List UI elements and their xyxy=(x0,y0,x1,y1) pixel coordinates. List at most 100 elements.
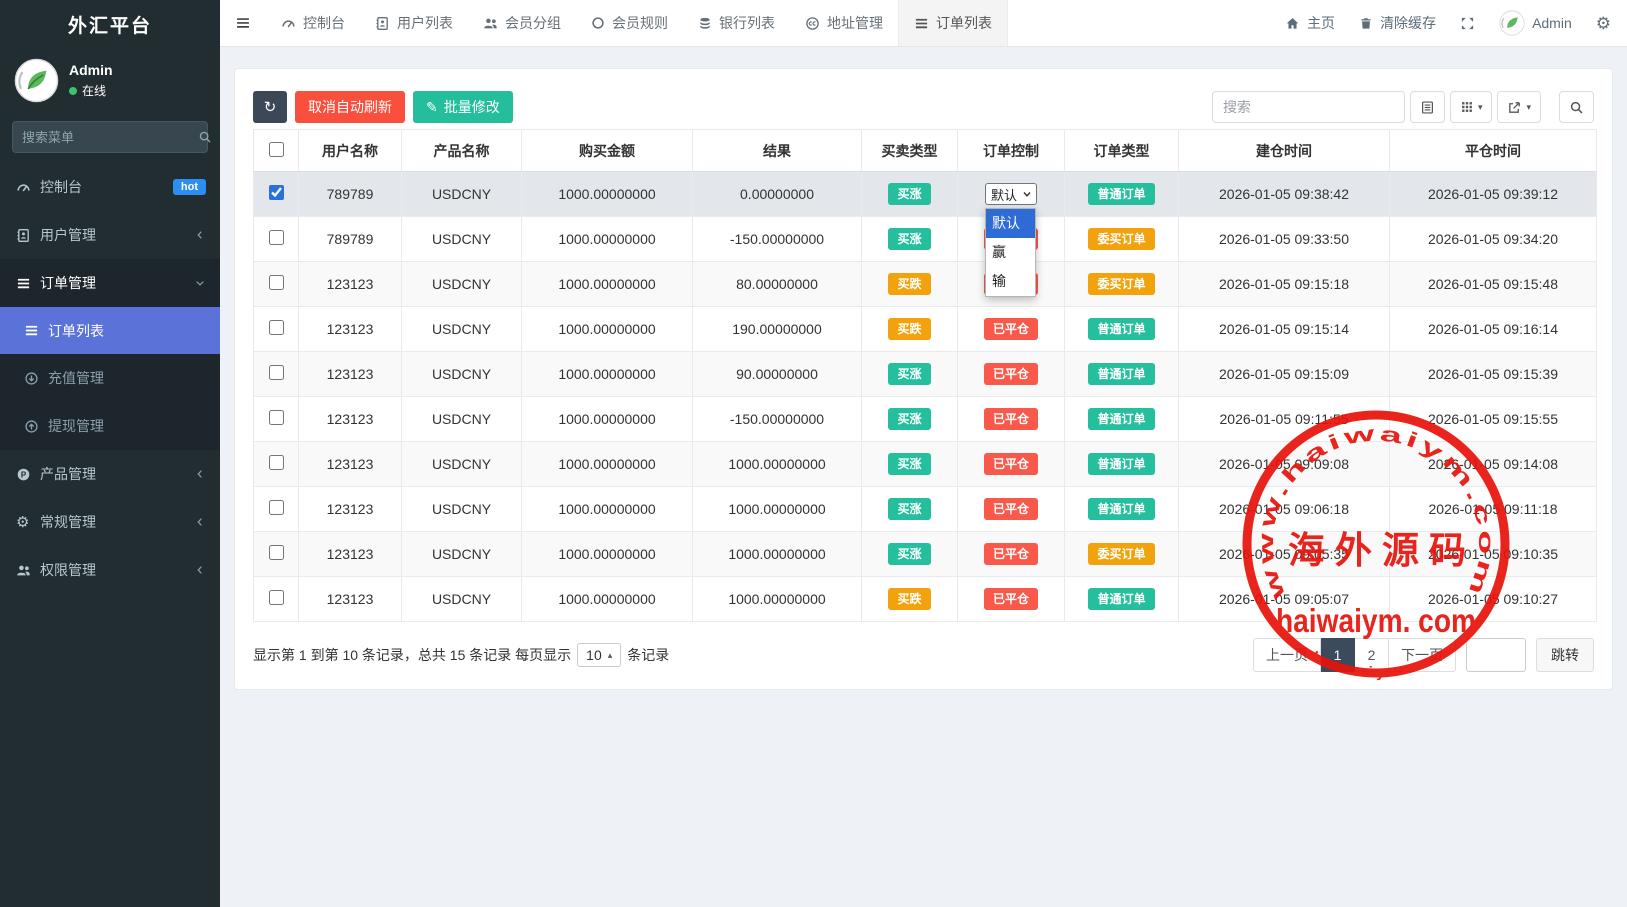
row-checkbox-cell xyxy=(254,217,299,262)
row-checkbox[interactable] xyxy=(269,590,284,605)
clipboard-icon xyxy=(1420,100,1435,115)
sidebar-item-product-mgmt[interactable]: P 产品管理 xyxy=(0,450,220,498)
row-checkbox[interactable] xyxy=(269,410,284,425)
row-checkbox[interactable] xyxy=(269,185,284,200)
fullscreen-icon[interactable] xyxy=(1460,16,1475,31)
col-type: 订单类型 xyxy=(1065,130,1179,172)
sidebar-item-permission-mgmt[interactable]: 权限管理 xyxy=(0,546,220,594)
row-checkbox[interactable] xyxy=(269,545,284,560)
refresh-button[interactable]: ↻ xyxy=(253,91,287,123)
row-checkbox[interactable] xyxy=(269,365,284,380)
nav-tab-address-mgmt[interactable]: 地址管理 xyxy=(790,0,898,46)
clear-cache-label: 清除缓存 xyxy=(1380,13,1436,33)
side-cell: 买跌 xyxy=(862,307,958,352)
home-link[interactable]: 主页 xyxy=(1285,13,1335,33)
close-time-cell: 2026-01-05 09:39:12 xyxy=(1390,172,1597,217)
order-type-badge: 普通订单 xyxy=(1088,318,1154,340)
next-page-button[interactable]: 下一页 xyxy=(1389,638,1456,672)
page-button-1[interactable]: 1 xyxy=(1321,638,1355,672)
navbar-user-menu[interactable]: Admin xyxy=(1499,10,1572,36)
avatar xyxy=(1499,10,1525,36)
close-time-cell: 2026-01-05 09:34:20 xyxy=(1390,217,1597,262)
col-side: 买卖类型 xyxy=(862,130,958,172)
open-time-cell: 2026-01-05 09:05:35 xyxy=(1179,532,1390,577)
dropdown-option[interactable]: 默认 xyxy=(986,209,1035,238)
product-cell: USDCNY xyxy=(402,397,522,442)
prev-page-button[interactable]: 上一页 xyxy=(1253,638,1321,672)
user-name: Admin xyxy=(69,62,113,78)
nav-tab-member-group[interactable]: 会员分组 xyxy=(468,0,576,46)
nav-tab-label: 地址管理 xyxy=(827,13,883,33)
settings-gear-icon[interactable]: ⚙ xyxy=(1596,15,1611,32)
sidebar-item-general-mgmt[interactable]: ⚙ 常规管理 xyxy=(0,498,220,546)
side-cell: 买涨 xyxy=(862,172,958,217)
amount-cell: 1000.00000000 xyxy=(522,487,693,532)
sidebar-item-label: 权限管理 xyxy=(40,560,194,580)
toggle-view-button[interactable] xyxy=(1410,91,1445,123)
sidebar-item-label: 产品管理 xyxy=(40,464,194,484)
dropdown-option[interactable]: 赢 xyxy=(986,238,1035,267)
row-checkbox[interactable] xyxy=(269,275,284,290)
control-cell: 已平仓 xyxy=(958,442,1065,487)
product-cell: USDCNY xyxy=(402,172,522,217)
database-icon xyxy=(698,16,712,31)
sidebar-item-dashboard[interactable]: 控制台 hot xyxy=(0,163,220,211)
user-cell: 123123 xyxy=(299,442,402,487)
close-time-cell: 2026-01-05 09:16:14 xyxy=(1390,307,1597,352)
product-cell: USDCNY xyxy=(402,532,522,577)
order-type-badge: 委买订单 xyxy=(1088,228,1154,250)
page-size-select[interactable]: 10▴ xyxy=(577,643,621,667)
sidebar-item-withdraw-mgmt[interactable]: 提现管理 xyxy=(0,402,220,450)
nav-tab-order-list[interactable]: 订单列表 xyxy=(898,0,1008,46)
order-table-body: 789789USDCNY1000.000000000.00000000买涨默认默… xyxy=(254,172,1597,622)
sidebar-item-recharge-mgmt[interactable]: 充值管理 xyxy=(0,354,220,402)
top-navbar: 控制台 用户列表 会员分组 会员规则 银行列表 地址管理 订单列表 xyxy=(220,0,1627,47)
sidebar-item-order-mgmt[interactable]: 订单管理 xyxy=(0,259,220,307)
cancel-auto-refresh-button[interactable]: 取消自动刷新 xyxy=(295,91,405,123)
hamburger-icon[interactable] xyxy=(220,0,266,46)
records-info: 显示第 1 到第 10 条记录，总共 15 条记录 每页显示10▴条记录 xyxy=(253,643,669,667)
product-cell: USDCNY xyxy=(402,577,522,622)
row-checkbox[interactable] xyxy=(269,230,284,245)
row-checkbox-cell xyxy=(254,172,299,217)
table-search-input[interactable] xyxy=(1212,91,1405,123)
order-type-badge: 普通订单 xyxy=(1088,183,1154,205)
nav-tab-label: 银行列表 xyxy=(719,13,775,33)
row-checkbox-cell xyxy=(254,262,299,307)
order-type-badge: 普通订单 xyxy=(1088,498,1154,520)
order-control-select[interactable]: 默认 xyxy=(985,183,1037,205)
sidebar-item-order-list[interactable]: 订单列表 xyxy=(0,307,220,354)
clear-cache-link[interactable]: 清除缓存 xyxy=(1359,13,1436,33)
chevron-left-icon xyxy=(194,516,206,528)
nav-tab-bank-list[interactable]: 银行列表 xyxy=(683,0,790,46)
col-product: 产品名称 xyxy=(402,130,522,172)
users-icon xyxy=(16,563,40,578)
export-button[interactable]: ▾ xyxy=(1497,91,1541,123)
jump-page-input[interactable] xyxy=(1466,638,1526,672)
nav-tab-member-rules[interactable]: 会员规则 xyxy=(576,0,683,46)
columns-button[interactable]: ▾ xyxy=(1450,91,1493,123)
jump-button[interactable]: 跳转 xyxy=(1536,638,1594,672)
user-cell: 123123 xyxy=(299,532,402,577)
sidebar-item-user-mgmt[interactable]: 用户管理 xyxy=(0,211,220,259)
navbar-left: 控制台 用户列表 会员分组 会员规则 银行列表 地址管理 订单列表 xyxy=(220,0,1008,46)
row-checkbox[interactable] xyxy=(269,455,284,470)
dropdown-option[interactable]: 输 xyxy=(986,267,1035,296)
list-icon xyxy=(914,16,929,31)
select-all-checkbox[interactable] xyxy=(269,142,284,157)
open-time-cell: 2026-01-05 09:11:55 xyxy=(1179,397,1390,442)
search-icon xyxy=(1569,100,1584,115)
nav-tab-dashboard[interactable]: 控制台 xyxy=(266,0,360,46)
nav-tab-user-list[interactable]: 用户列表 xyxy=(360,0,468,46)
batch-edit-button[interactable]: ✎批量修改 xyxy=(413,91,513,123)
row-checkbox[interactable] xyxy=(269,500,284,515)
card-footer: 显示第 1 到第 10 条记录，总共 15 条记录 每页显示10▴条记录 上一页… xyxy=(253,635,1594,675)
result-cell: 1000.00000000 xyxy=(693,532,862,577)
sidebar-search-input[interactable] xyxy=(22,130,198,145)
amount-cell: 1000.00000000 xyxy=(522,577,693,622)
user-cell: 789789 xyxy=(299,217,402,262)
search-button[interactable] xyxy=(1559,91,1594,123)
page-button-2[interactable]: 2 xyxy=(1355,638,1389,672)
row-checkbox[interactable] xyxy=(269,320,284,335)
pagination: 上一页 1 2 下一页 跳转 xyxy=(1253,638,1594,672)
